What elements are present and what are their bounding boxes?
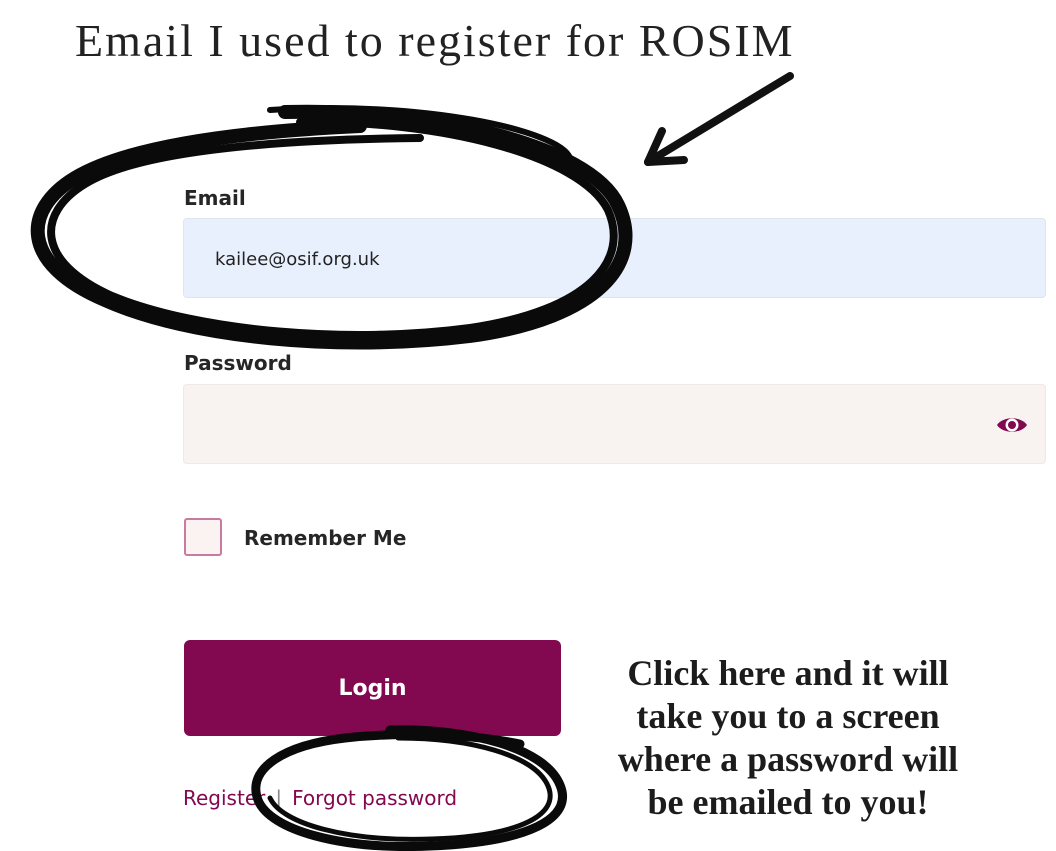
remember-me-checkbox[interactable] [184, 518, 222, 556]
annotation-note-line: Click here and it will [627, 653, 949, 693]
password-label: Password [184, 351, 292, 375]
annotation-note-line: where a password will [617, 739, 959, 779]
link-separator: | [275, 786, 283, 810]
annotation-arrow [644, 72, 794, 166]
email-label: Email [184, 186, 246, 210]
footer-links: Register | Forgot password [183, 786, 457, 810]
annotation-note-line: be emailed to you! [647, 782, 929, 822]
login-button[interactable]: Login [184, 640, 561, 736]
email-field[interactable]: kailee@osif.org.uk [183, 218, 1046, 298]
eye-icon[interactable] [995, 413, 1029, 437]
password-field[interactable] [183, 384, 1046, 464]
remember-me-label: Remember Me [244, 526, 407, 550]
register-link[interactable]: Register [183, 786, 265, 810]
email-value: kailee@osif.org.uk [215, 249, 380, 270]
annotation-note: Click here and it will take you to a scr… [588, 652, 988, 824]
annotation-title: Email I used to register for ROSIM [75, 15, 795, 66]
forgot-password-link[interactable]: Forgot password [292, 786, 457, 810]
annotation-note-line: take you to a screen [636, 696, 940, 736]
